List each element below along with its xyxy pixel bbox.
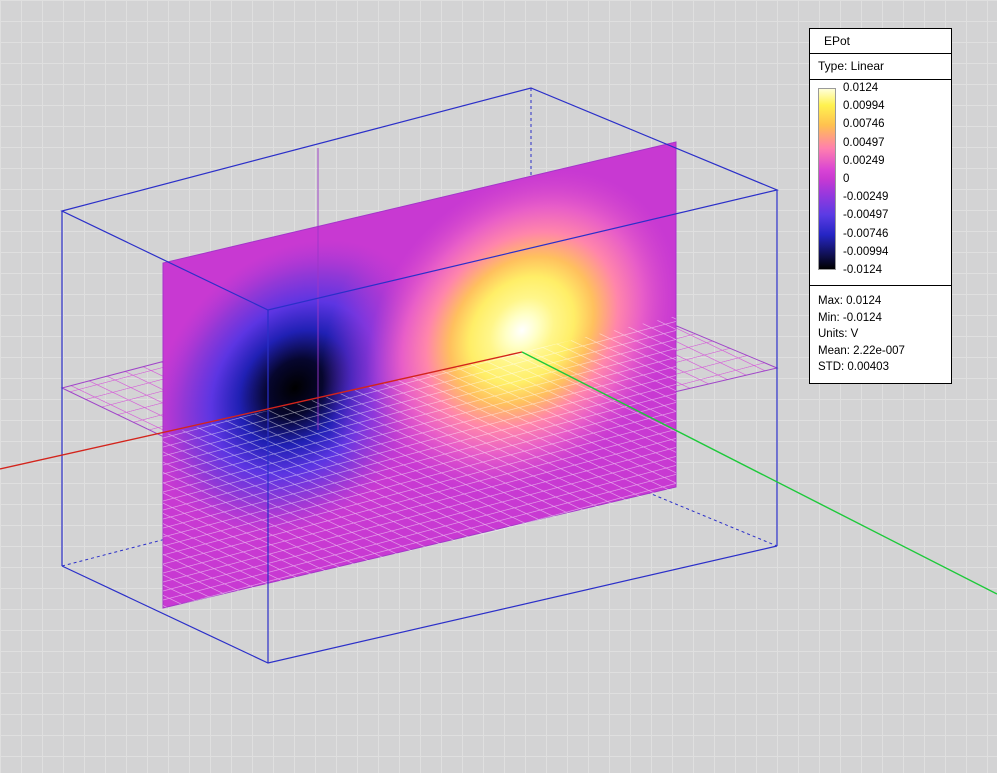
colorbar-ticks: 0.0124 0.00994 0.00746 0.00497 0.00249 0… bbox=[843, 81, 888, 277]
colorbar-tick: 0.00497 bbox=[843, 136, 888, 150]
stat-std: STD: 0.00403 bbox=[818, 359, 943, 376]
colorbar-tick: 0.0124 bbox=[843, 81, 888, 95]
colorbar-tick: 0.00994 bbox=[843, 99, 888, 113]
legend-stats: Max: 0.0124 Min: -0.0124 Units: V Mean: … bbox=[810, 286, 951, 383]
colorbar-gradient bbox=[818, 88, 836, 270]
3d-viewport[interactable]: EPot Type: Linear 0.0124 0.00994 0.00746… bbox=[0, 0, 997, 773]
legend-type-label: Type: Linear bbox=[810, 54, 951, 80]
colorbar-tick: 0 bbox=[843, 172, 888, 186]
stat-max: Max: 0.0124 bbox=[818, 293, 943, 310]
colorbar-tick: -0.0124 bbox=[843, 263, 888, 277]
colorbar-tick: 0.00249 bbox=[843, 154, 888, 168]
colorbar-section: 0.0124 0.00994 0.00746 0.00497 0.00249 0… bbox=[810, 80, 951, 286]
stat-mean: Mean: 2.22e-007 bbox=[818, 343, 943, 360]
colorbar-tick: -0.00497 bbox=[843, 208, 888, 222]
colorbar-tick: -0.00249 bbox=[843, 190, 888, 204]
colorbar-tick: -0.00994 bbox=[843, 245, 888, 259]
colorbar-tick: 0.00746 bbox=[843, 117, 888, 131]
legend-panel: EPot Type: Linear 0.0124 0.00994 0.00746… bbox=[809, 28, 952, 384]
legend-title: EPot bbox=[810, 29, 951, 54]
stat-units: Units: V bbox=[818, 326, 943, 343]
colorbar-tick: -0.00746 bbox=[843, 227, 888, 241]
stat-min: Min: -0.0124 bbox=[818, 310, 943, 327]
